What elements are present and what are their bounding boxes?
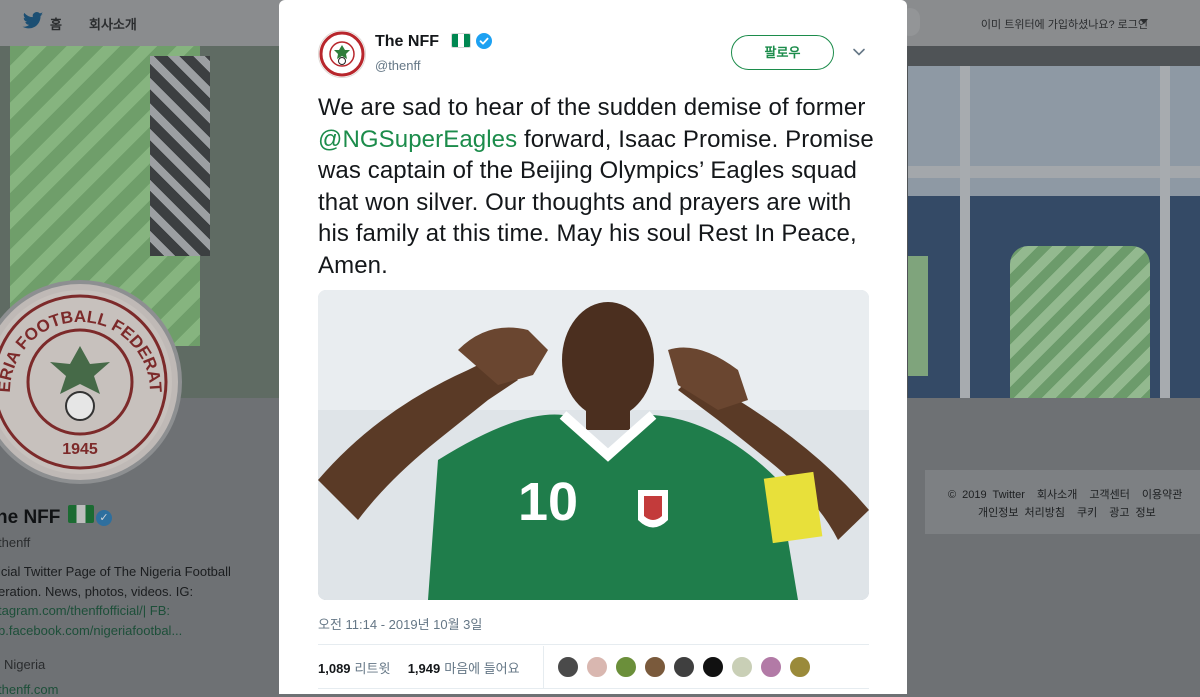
player-celebration-image: 10 bbox=[318, 290, 869, 600]
twitter-bird-icon[interactable] bbox=[22, 11, 44, 31]
bio-instagram-link[interactable]: tagram.com/thenffofficial/| FB: bbox=[0, 601, 263, 621]
footer-link-about[interactable]: 회사소개 bbox=[1037, 489, 1077, 501]
liker-avatar[interactable] bbox=[731, 656, 753, 678]
footer-link-terms[interactable]: 이용약관 bbox=[1142, 489, 1182, 501]
liker-avatar[interactable] bbox=[673, 656, 695, 678]
footer-link-help[interactable]: 고객센터 bbox=[1089, 489, 1129, 501]
jersey-image bbox=[908, 256, 928, 376]
profile-avatar[interactable]: NIGERIA FOOTBALL FEDERATION 1945 bbox=[0, 269, 182, 484]
verified-badge-icon: ✓ bbox=[96, 510, 112, 526]
tweet-author-name[interactable]: The NFF bbox=[375, 33, 439, 51]
mention-link[interactable]: @NGSuperEagles bbox=[318, 126, 517, 153]
footer-link-cookies[interactable]: 쿠키 bbox=[1077, 507, 1097, 519]
profile-website-link[interactable]: thenff.com bbox=[0, 682, 58, 697]
bio-line: icial Twitter Page of The Nigeria Footba… bbox=[0, 564, 231, 579]
profile-location: Nigeria bbox=[4, 657, 46, 672]
like-stat[interactable]: 1,949 마음에 들어요 bbox=[408, 661, 520, 676]
tweet-text-part: We are sad to hear of the sudden demise … bbox=[318, 94, 866, 121]
liker-avatar[interactable] bbox=[557, 656, 579, 678]
footer-links: © 2019 Twitter 회사소개 고객센터 이용약관 개인정보 처리방침 쿠키 광고… bbox=[948, 486, 1200, 522]
bio-facebook-link[interactable]: b.facebook.com/nigeriafootbal... bbox=[0, 621, 263, 641]
divider bbox=[318, 688, 869, 689]
divider bbox=[543, 646, 544, 688]
nav-about[interactable]: 회사소개 bbox=[89, 14, 137, 33]
tweet-timestamp[interactable]: 오전 11:14 - 2019년 10월 3일 bbox=[318, 614, 482, 633]
profile-name[interactable]: he NFF bbox=[0, 507, 60, 529]
tweet-text: We are sad to hear of the sudden demise … bbox=[318, 92, 878, 281]
chevron-down-icon[interactable] bbox=[1140, 19, 1148, 24]
locker-post bbox=[960, 66, 970, 398]
jersey-number: 10 bbox=[518, 472, 578, 532]
follow-button[interactable]: 팔로우 bbox=[731, 35, 834, 70]
like-label: 마음에 들어요 bbox=[444, 661, 520, 676]
footer-link-ads[interactable]: 광고 정보 bbox=[1109, 507, 1156, 519]
locker-post bbox=[1160, 66, 1170, 398]
nav-home[interactable]: 홈 bbox=[50, 14, 62, 33]
jersey-image bbox=[1010, 246, 1150, 398]
retweet-count: 1,089 bbox=[318, 661, 351, 676]
divider bbox=[318, 644, 869, 645]
tweet-modal: The NFF @thenff 팔로우 We are sad to hear o… bbox=[279, 0, 907, 694]
nff-logo-icon: NIGERIA FOOTBALL FEDERATION 1945 bbox=[0, 269, 172, 474]
like-count: 1,949 bbox=[407, 661, 441, 676]
tweet-author-avatar[interactable] bbox=[318, 30, 366, 78]
liker-avatar[interactable] bbox=[586, 656, 608, 678]
tweet-stats: 1,089 리트윗 1,949 마음에 들어요 bbox=[318, 658, 520, 677]
tweet-author-handle[interactable]: @thenff bbox=[375, 58, 421, 73]
liker-avatar[interactable] bbox=[644, 656, 666, 678]
profile-handle[interactable]: thenff bbox=[0, 535, 30, 550]
liker-avatar[interactable] bbox=[789, 656, 811, 678]
nigeria-flag-icon bbox=[451, 33, 471, 48]
nff-logo-icon bbox=[319, 31, 365, 77]
tweet-photo[interactable]: 10 bbox=[318, 290, 869, 600]
liker-avatar[interactable] bbox=[615, 656, 637, 678]
bio-line: eration. News, photos, videos. IG: bbox=[0, 583, 194, 599]
liker-avatar[interactable] bbox=[702, 656, 724, 678]
footer-link-privacy[interactable]: 개인정보 처리방침 bbox=[978, 507, 1065, 519]
verified-badge-icon bbox=[476, 33, 492, 49]
liker-avatar[interactable] bbox=[760, 656, 782, 678]
signin-link[interactable]: 이미 트위터에 가입하셨나요? 로그인 bbox=[981, 16, 1148, 32]
footer-copyright: © 2019 Twitter bbox=[948, 489, 1025, 501]
nigeria-flag-icon bbox=[68, 505, 94, 523]
profile-bio: icial Twitter Page of The Nigeria Footba… bbox=[0, 562, 263, 640]
locker-shelf bbox=[908, 166, 1200, 178]
retweet-stat[interactable]: 1,089 리트윗 bbox=[318, 661, 390, 676]
retweet-label: 리트윗 bbox=[354, 661, 391, 676]
jersey-sleeve-image bbox=[150, 56, 210, 256]
chevron-down-icon[interactable] bbox=[852, 45, 866, 59]
logo-year: 1945 bbox=[62, 441, 98, 458]
